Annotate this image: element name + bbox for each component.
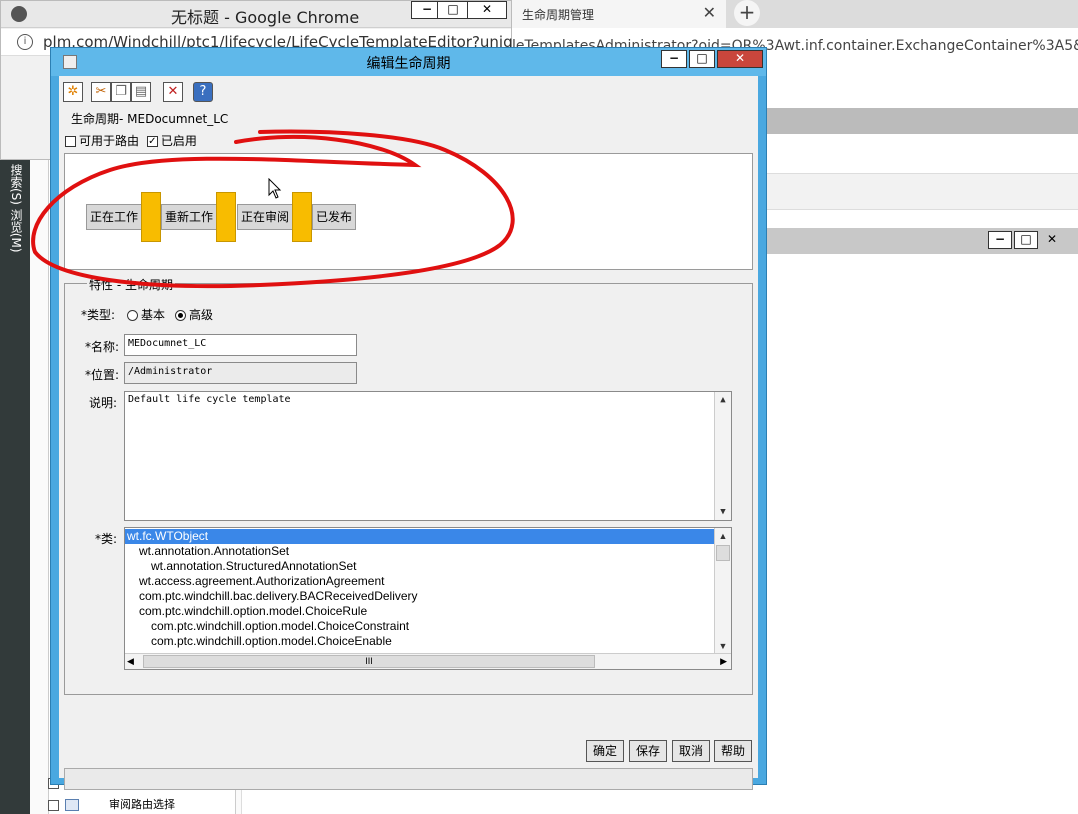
delete-icon[interactable]: ✕ — [163, 82, 183, 102]
lifecycle-name-label: 生命周期- MEDocumnet_LC — [71, 112, 229, 126]
radio-advanced[interactable] — [175, 310, 186, 321]
tab-lifecycle-management[interactable]: 生命周期管理 ✕ — [512, 0, 726, 28]
list-item-label: 审阅路由选择 — [109, 798, 175, 811]
class-list-item[interactable]: com.ptc.windchill.option.model.ChoiceEna… — [125, 634, 392, 649]
inner-window-controls: − □ ✕ — [988, 231, 1066, 250]
page-band — [760, 174, 1078, 210]
class-list-item[interactable]: com.ptc.windchill.option.model.ChoiceCon… — [125, 619, 409, 634]
location-label: *位置: — [85, 368, 120, 382]
help-icon[interactable]: ? — [193, 82, 213, 102]
minimize-button[interactable]: − — [988, 231, 1012, 249]
class-list[interactable]: wt.fc.WTObject wt.annotation.AnnotationSe… — [124, 527, 732, 670]
state-in-work[interactable]: 正在工作 — [86, 204, 142, 230]
description-scrollbar[interactable]: ▲ ▼ — [714, 392, 731, 520]
tab-strip: 生命周期管理 ✕ + — [512, 0, 1078, 28]
state-released[interactable]: 已发布 — [312, 204, 356, 230]
type-label: *类型: — [81, 308, 116, 322]
transition-marker[interactable] — [141, 192, 161, 242]
properties-panel: 特性 - 生命周期 *类型: 基本 高级 *名称: MEDocumnet_LC … — [64, 276, 753, 695]
properties-legend: 特性 - 生命周期 — [87, 276, 175, 293]
routing-icon — [65, 799, 79, 811]
class-list-item[interactable]: wt.access.agreement.AuthorizationAgreeme… — [125, 574, 384, 589]
enabled-checkbox-label: 已启用 — [160, 134, 197, 148]
close-button[interactable]: ✕ — [467, 1, 507, 19]
class-list-hscroll[interactable]: ◀ III ▶ — [125, 653, 731, 669]
scroll-up-icon[interactable]: ▲ — [715, 528, 731, 544]
name-label: *名称: — [85, 340, 120, 354]
class-list-vscroll[interactable]: ▲ ▼ — [714, 528, 731, 654]
transition-marker[interactable] — [292, 192, 312, 242]
name-field[interactable]: MEDocumnet_LC — [124, 334, 357, 356]
chrome-popup-title: 无标题 - Google Chrome — [171, 8, 360, 27]
ok-button[interactable]: 确定 — [586, 740, 624, 762]
help-button[interactable]: 帮助 — [714, 740, 752, 762]
paste-icon[interactable]: ▤ — [131, 82, 151, 102]
radio-basic-label: 基本 — [141, 308, 166, 322]
new-icon[interactable]: ✲ — [63, 82, 83, 102]
routing-checkbox[interactable] — [65, 136, 76, 147]
dialog-titlebar[interactable]: 编辑生命周期 − □ ✕ — [51, 48, 766, 76]
description-label: 说明: — [89, 396, 118, 410]
cut-icon[interactable]: ✂ — [91, 82, 111, 102]
type-radio-advanced[interactable]: 高级 — [175, 306, 213, 323]
mouse-cursor-icon — [268, 178, 282, 199]
routing-checkbox-label: 可用于路由 — [79, 134, 140, 148]
maximize-button[interactable]: □ — [1014, 231, 1038, 249]
maximize-button[interactable]: □ — [437, 1, 469, 19]
page-toolbar-band — [760, 108, 1078, 134]
maximize-button[interactable]: □ — [689, 50, 715, 68]
chrome-icon — [11, 6, 27, 22]
scroll-up-icon[interactable]: ▲ — [715, 392, 731, 408]
copy-icon[interactable]: ❐ — [111, 82, 131, 102]
tab-title: 生命周期管理 — [522, 8, 595, 22]
type-radio-basic[interactable]: 基本 — [127, 306, 165, 323]
scroll-down-icon[interactable]: ▼ — [715, 638, 731, 654]
location-field: /Administrator — [124, 362, 357, 384]
class-list-item[interactable]: com.ptc.windchill.bac.delivery.BACReceiv… — [125, 589, 418, 604]
class-list-item[interactable]: wt.annotation.StructuredAnnotationSet — [125, 559, 356, 574]
scroll-right-icon[interactable]: ▶ — [720, 654, 727, 669]
lifecycle-diagram-canvas[interactable]: 正在工作 重新工作 正在审阅 已发布 — [64, 153, 753, 270]
hscroll-thumb[interactable]: III — [143, 655, 595, 668]
minimize-button[interactable]: − — [661, 50, 687, 68]
class-label: *类: — [95, 532, 118, 546]
state-under-review[interactable]: 正在审阅 — [237, 204, 293, 230]
description-textarea[interactable]: Default life cycle template ▲ ▼ — [124, 391, 732, 521]
hscroll-grip: III — [365, 656, 373, 666]
checkbox[interactable] — [48, 799, 59, 811]
scroll-thumb[interactable] — [716, 545, 730, 561]
list-item[interactable]: 审阅路由选择 — [48, 796, 175, 814]
enabled-checkbox[interactable]: ✓ — [146, 136, 158, 147]
page-band — [760, 134, 1078, 174]
info-icon[interactable]: i — [17, 34, 33, 50]
dialog-title: 编辑生命周期 — [366, 56, 451, 72]
close-button[interactable]: ✕ — [1040, 232, 1064, 250]
class-list-item[interactable]: com.ptc.windchill.option.model.ChoiceRul… — [125, 604, 367, 619]
left-nav-label[interactable]: 搜索(S) 浏览(M) — [8, 164, 25, 253]
status-bar — [64, 768, 753, 790]
scroll-left-icon[interactable]: ◀ — [127, 654, 134, 669]
state-rework[interactable]: 重新工作 — [161, 204, 217, 230]
close-button[interactable]: ✕ — [717, 50, 763, 68]
transition-marker[interactable] — [216, 192, 236, 242]
edit-lifecycle-dialog: 编辑生命周期 − □ ✕ ✲ ✂ ❐ ▤ ✕ ? 生命周期- MEDocumne… — [50, 47, 767, 790]
radio-advanced-label: 高级 — [189, 308, 214, 322]
left-nav-strip: 搜索(S) 浏览(M) — [0, 160, 30, 814]
routing-checkbox-row[interactable]: 可用于路由 ✓ 已启用 — [65, 132, 197, 149]
tab-close-icon[interactable]: ✕ — [703, 3, 716, 22]
radio-basic[interactable] — [127, 310, 138, 321]
chrome-popup-titlebar: 无标题 - Google Chrome − □ ✕ — [1, 1, 511, 28]
description-text: Default life cycle template — [128, 394, 291, 405]
scroll-down-icon[interactable]: ▼ — [715, 504, 731, 520]
class-list-item[interactable]: wt.annotation.AnnotationSet — [125, 544, 289, 559]
cancel-button[interactable]: 取消 — [672, 740, 710, 762]
save-button[interactable]: 保存 — [629, 740, 667, 762]
dialog-body: ✲ ✂ ❐ ▤ ✕ ? 生命周期- MEDocumnet_LC 可用于路由 ✓ 已… — [59, 76, 758, 790]
new-tab-button[interactable]: + — [734, 0, 760, 26]
class-list-item[interactable]: wt.fc.WTObject — [125, 529, 714, 544]
